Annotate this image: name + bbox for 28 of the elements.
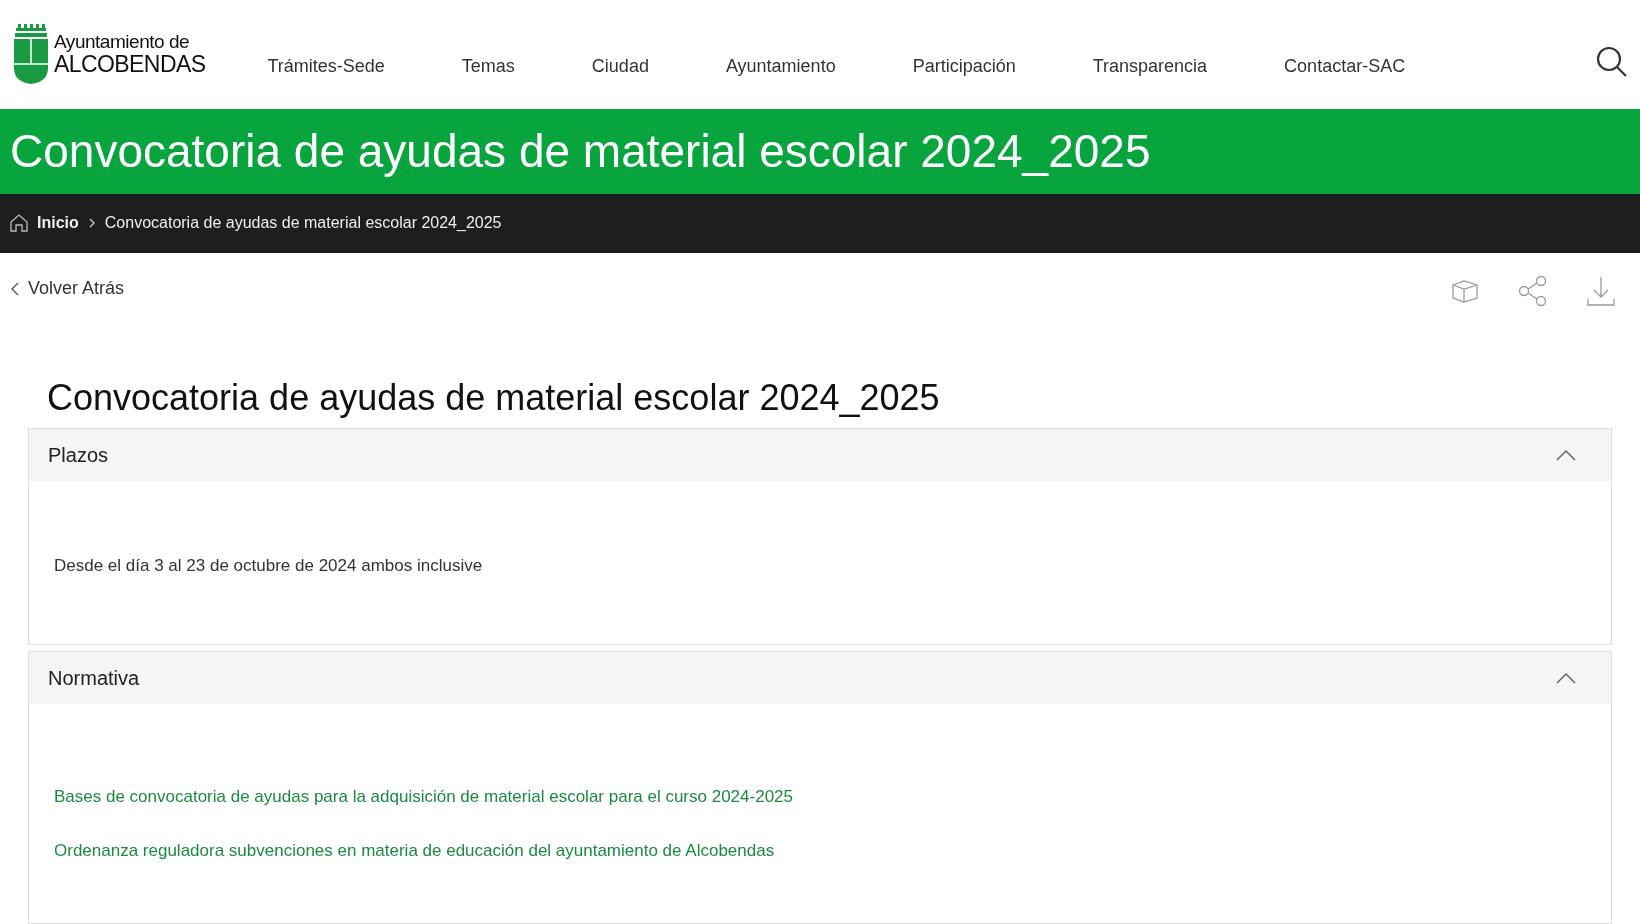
back-link[interactable]: Volver Atrás [10, 275, 125, 302]
nav-link[interactable]: Trámites-Sede [267, 52, 385, 80]
box-icon[interactable] [1450, 277, 1480, 304]
download-icon[interactable] [1586, 274, 1616, 307]
nav-link[interactable]: Temas [461, 52, 515, 80]
accordion-header[interactable]: Plazos [29, 428, 1611, 481]
section-text: Desde el día 3 al 23 de octubre de 2024 ambos inclusive [54, 554, 484, 577]
coat-of-arms-logo-icon [12, 24, 50, 85]
breadcrumb-link[interactable]: Inicio [37, 211, 79, 236]
breadcrumb-current[interactable]: Convocatoria de ayudas de material escolar 2024_2025 [104, 211, 502, 236]
nav-link[interactable]: Transparencia [1092, 52, 1208, 80]
nav-link[interactable]: Participación [912, 52, 1016, 80]
page-title: Convocatoria de ayudas de material escolar 2024_2025 [47, 375, 941, 420]
nav-link[interactable]: Ciudad [591, 52, 649, 80]
chevron-left-icon [10, 280, 20, 297]
home-icon[interactable] [9, 213, 29, 234]
chevron-up-icon [1556, 448, 1576, 461]
document-link[interactable]: Bases de convocatoria de ayudas para la adquisición de material escolar para el curso 2024-2025 [54, 784, 1611, 810]
nav-link[interactable]: Ayuntamiento [725, 52, 836, 80]
accordion-header[interactable]: Normativa [29, 652, 1611, 704]
chevron-up-icon [1556, 672, 1576, 684]
banner-title: Convocatoria de ayudas de material escolar 2024_2025 [10, 128, 1151, 175]
document-link[interactable]: Ordenanza reguladora subvenciones en materia de educación del ayuntamiento de Alcobendas [54, 837, 1611, 863]
breadcrumb-separator-icon [88, 218, 95, 229]
nav-link[interactable]: Contactar-SAC [1284, 52, 1406, 80]
logo-text[interactable]: Ayuntamiento de ALCOBENDAS [54, 32, 206, 77]
search-icon[interactable] [1596, 46, 1628, 79]
share-icon[interactable] [1518, 274, 1548, 307]
